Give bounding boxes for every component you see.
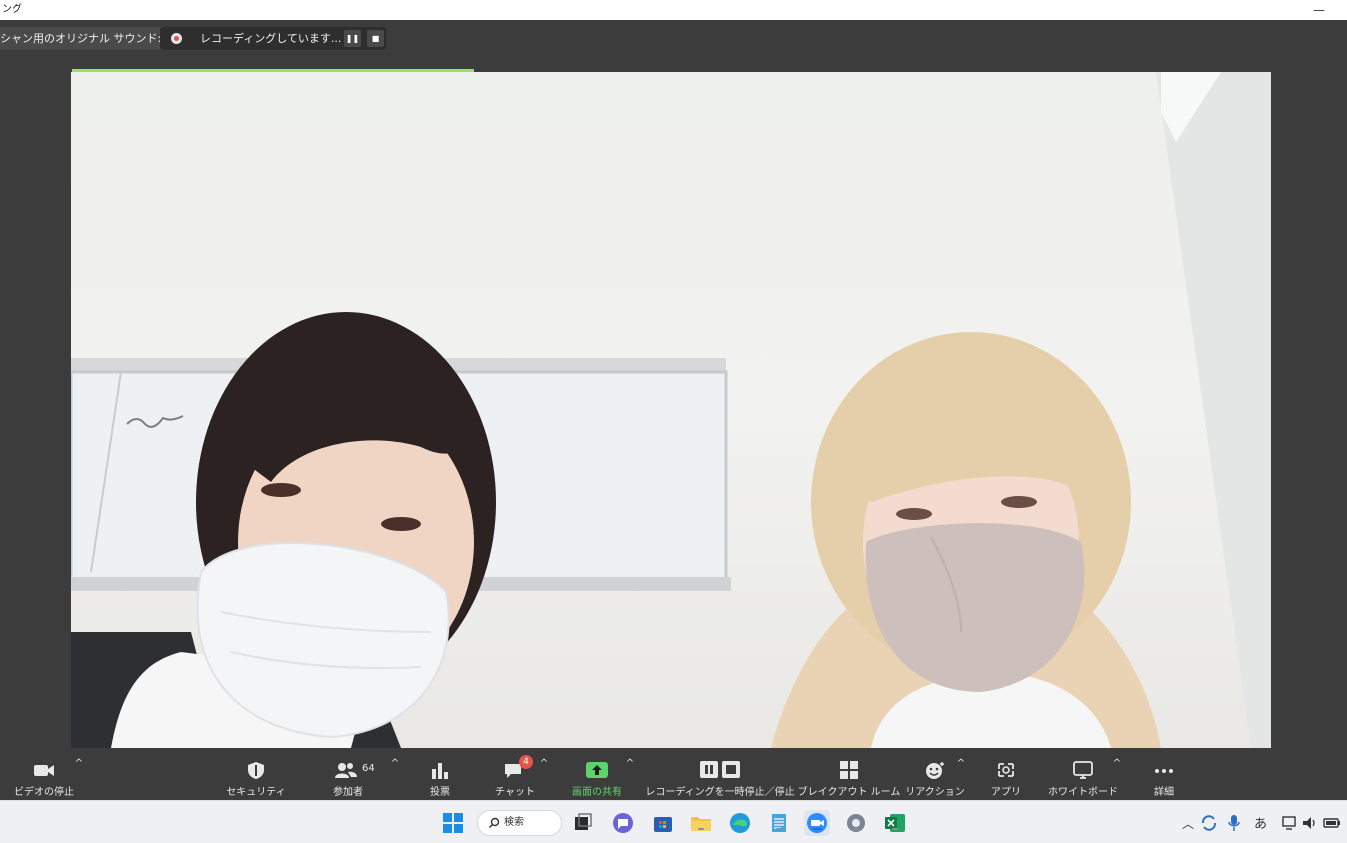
security-label: セキュリティ xyxy=(226,787,286,798)
notepad-icon[interactable] xyxy=(766,810,792,836)
zoom-app-icon[interactable] xyxy=(804,810,830,836)
stop-video-button[interactable]: ビデオの停止 xyxy=(14,758,74,800)
microsoft-store-icon[interactable] xyxy=(650,810,676,836)
pause-recording-button[interactable]: ❚❚ xyxy=(344,30,361,47)
ellipsis-icon xyxy=(1155,769,1173,773)
share-screen-button[interactable]: 画面の共有 xyxy=(567,758,627,800)
settings-gear-icon[interactable] xyxy=(843,810,869,836)
whiteboard-icon xyxy=(1073,761,1093,779)
network-icon[interactable] xyxy=(1281,814,1299,832)
task-view-icon[interactable] xyxy=(570,810,596,836)
chat-button[interactable]: 4 チャット xyxy=(485,755,545,800)
video-options-caret[interactable]: ^ xyxy=(74,758,84,800)
chat-unread-badge: 4 xyxy=(519,755,533,769)
settings-running-indicator xyxy=(853,828,859,830)
share-options-caret[interactable]: ^ xyxy=(625,758,635,800)
recording-status-label: レコーディングしています... xyxy=(200,32,342,45)
sync-icon[interactable] xyxy=(1199,813,1219,833)
whiteboard-options-caret[interactable]: ^ xyxy=(1112,758,1122,800)
meeting-toolbar: ビデオの停止 ^ セキュリティ 64 参加者 ^ 投票 4 チャット ^ 画面の… xyxy=(0,755,1347,800)
participants-options-caret[interactable]: ^ xyxy=(390,758,400,800)
recording-indicator: レコーディングしています... ❚❚ ■ xyxy=(160,27,386,50)
pause-stop-recording-button[interactable]: レコーディングを一時停止／停止 xyxy=(645,758,795,800)
smiley-icon xyxy=(926,762,944,779)
notepad-running-indicator xyxy=(776,828,782,830)
video-stage xyxy=(0,58,1347,758)
taskbar-search-label: 検索 xyxy=(504,817,524,828)
people-icon xyxy=(335,763,357,778)
search-icon xyxy=(489,817,500,828)
teams-chat-icon[interactable] xyxy=(610,810,636,836)
volume-icon[interactable] xyxy=(1301,814,1319,832)
participant-count: 64 xyxy=(362,763,375,774)
participants-button[interactable]: 64 参加者 xyxy=(318,758,378,800)
more-label: 詳細 xyxy=(1154,787,1174,798)
file-explorer-running-indicator xyxy=(698,828,704,830)
chat-options-caret[interactable]: ^ xyxy=(539,758,549,800)
windows-start-icon[interactable] xyxy=(440,810,466,836)
video-camera-icon xyxy=(34,765,54,776)
taskbar-search-box[interactable]: 検索 xyxy=(477,810,562,836)
bar-chart-icon xyxy=(432,763,448,779)
windows-taskbar: 検索 ︿ あ xyxy=(0,800,1347,843)
stop-video-label: ビデオの停止 xyxy=(14,787,74,798)
apps-label: アプリ xyxy=(991,787,1021,798)
edge-browser-icon[interactable] xyxy=(727,810,753,836)
pause-stop-icon xyxy=(700,761,740,778)
reactions-options-caret[interactable]: ^ xyxy=(956,758,966,800)
file-explorer-icon[interactable] xyxy=(688,810,714,836)
zoom-meeting-window: ング — シャン用のオリジナル サウンド: オフ レコーディングしています...… xyxy=(0,0,1347,843)
battery-icon[interactable] xyxy=(1322,814,1342,832)
title-bar: ング — xyxy=(0,0,1347,20)
excel-running-indicator xyxy=(892,828,898,830)
whiteboard-label: ホワイトボード xyxy=(1048,787,1118,798)
minimize-button[interactable]: — xyxy=(1313,0,1325,20)
window-title: ング xyxy=(2,4,22,15)
chat-label: チャット xyxy=(495,787,535,798)
meeting-status-strip: シャン用のオリジナル サウンド: オフ レコーディングしています... ❚❚ ■ xyxy=(0,20,1347,58)
zoom-active-indicator xyxy=(812,828,822,830)
share-screen-icon xyxy=(586,762,608,778)
polls-button[interactable]: 投票 xyxy=(410,758,470,800)
original-sound-label: シャン用のオリジナル サウンド: オフ xyxy=(0,32,187,45)
more-button[interactable]: 詳細 xyxy=(1134,758,1194,800)
microphone-icon[interactable] xyxy=(1226,813,1242,833)
security-button[interactable]: セキュリティ xyxy=(226,758,286,800)
breakout-rooms-label: ブレイクアウト ルーム xyxy=(797,787,901,798)
whiteboard-button[interactable]: ホワイトボード xyxy=(1048,758,1118,800)
stop-recording-button[interactable]: ■ xyxy=(367,30,384,47)
participant-video[interactable] xyxy=(71,72,1271,748)
recording-dot-icon xyxy=(171,33,182,44)
ime-mode-indicator[interactable]: あ xyxy=(1254,813,1267,832)
excel-icon[interactable] xyxy=(882,810,908,836)
shield-icon xyxy=(248,762,264,779)
video-frame-image xyxy=(71,72,1271,748)
apps-button[interactable]: アプリ xyxy=(976,758,1036,800)
breakout-rooms-button[interactable]: ブレイクアウト ルーム xyxy=(798,758,900,800)
participants-label: 参加者 xyxy=(333,787,363,798)
show-hidden-icons-chevron-icon[interactable]: ︿ xyxy=(1182,815,1194,832)
polls-label: 投票 xyxy=(430,787,450,798)
pause-stop-recording-label: レコーディングを一時停止／停止 xyxy=(645,787,795,798)
grid-icon xyxy=(840,761,858,779)
share-screen-label: 画面の共有 xyxy=(572,787,622,798)
apps-icon xyxy=(998,763,1014,777)
